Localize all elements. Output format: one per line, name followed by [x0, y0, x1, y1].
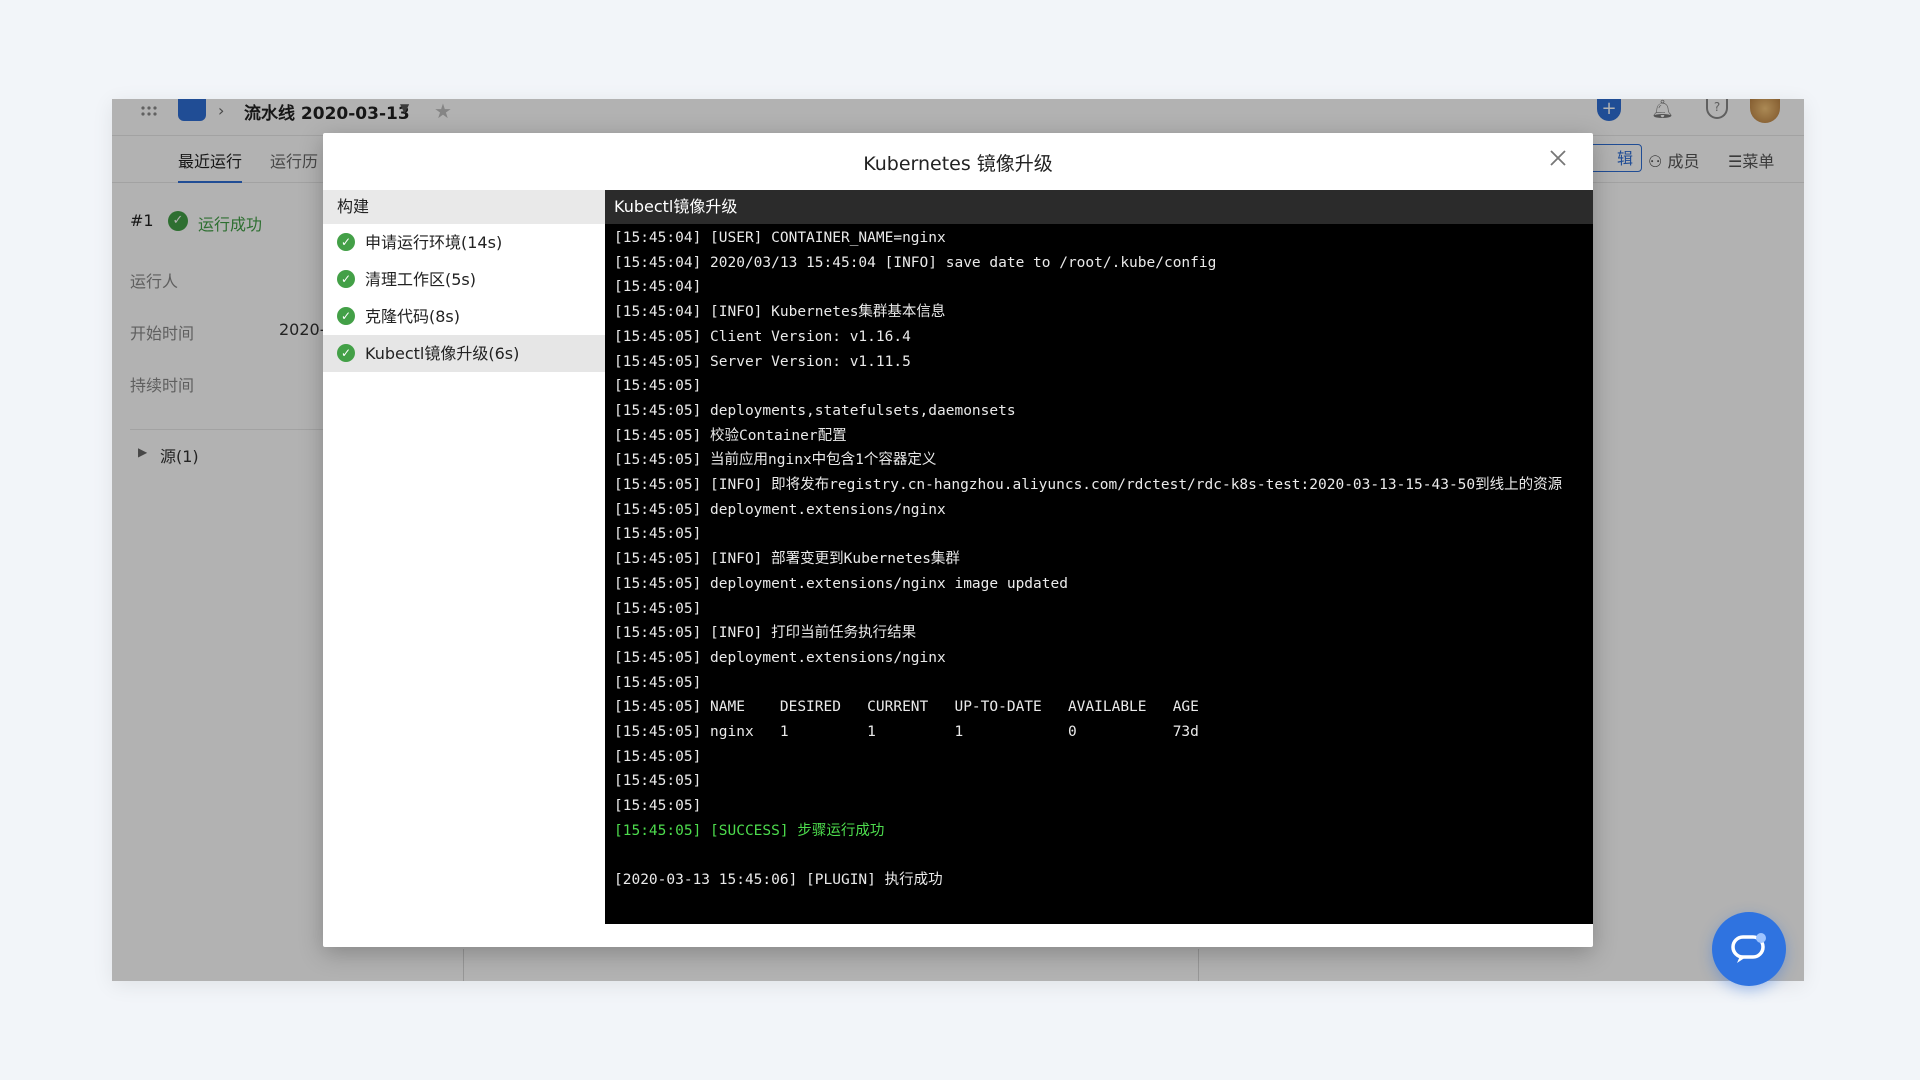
step-log-modal: Kubernetes 镜像升级 构建 ✓ 申请运行环境(14s) ✓ 清理工作区(5s…	[323, 133, 1593, 947]
log-line: [15:45:05] NAME DESIRED CURRENT UP-TO-DA…	[614, 699, 1199, 716]
steps-header: 构建	[323, 190, 605, 224]
log-line: [15:45:05] deployment.extensions/nginx i…	[614, 575, 1068, 592]
check-circle-icon: ✓	[337, 270, 355, 288]
log-line: [15:45:05] [SUCCESS] 步骤运行成功	[614, 822, 885, 839]
check-circle-icon: ✓	[337, 344, 355, 362]
log-line: [15:45:04] [USER] CONTAINER_NAME=nginx	[614, 230, 946, 246]
modal-title: Kubernetes 镜像升级	[863, 153, 1053, 175]
log-line: [15:45:05]	[614, 600, 702, 617]
console-panel: Kubectl镜像升级 [15:45:04] [USER] CONTAINER_…	[605, 190, 1593, 924]
chat-bubble-icon	[1731, 933, 1766, 963]
log-line: [15:45:05] Client Version: v1.16.4	[614, 328, 911, 345]
build-step-item[interactable]: ✓ Kubectl镜像升级(6s)	[323, 335, 605, 372]
steps-list: ✓ 申请运行环境(14s) ✓ 清理工作区(5s) ✓ 克隆代码(8s) ✓ Kubectl镜…	[323, 224, 605, 372]
log-line: [15:45:05]	[614, 798, 702, 815]
log-line: [15:45:05] deployment.extensions/nginx	[614, 501, 946, 518]
check-circle-icon: ✓	[337, 233, 355, 251]
build-steps-panel: 构建 ✓ 申请运行环境(14s) ✓ 清理工作区(5s) ✓ 克隆代码(8s) ✓ Kubec…	[323, 190, 605, 924]
log-line: [15:45:05] [INFO] 即将发布registry.cn-hangzh…	[614, 477, 1563, 494]
log-line: [15:45:05]	[614, 526, 702, 543]
chat-button[interactable]	[1712, 912, 1786, 986]
build-step-item[interactable]: ✓ 清理工作区(5s)	[323, 261, 605, 298]
build-step-item[interactable]: ✓ 克隆代码(8s)	[323, 298, 605, 335]
log-line: [15:45:05] Server Version: v1.11.5	[614, 353, 911, 370]
log-line: [15:45:05]	[614, 674, 702, 691]
close-icon[interactable]	[1549, 149, 1567, 167]
console-title: Kubectl镜像升级	[605, 190, 1593, 224]
build-step-label: 克隆代码(8s)	[365, 307, 461, 326]
build-step-label: Kubectl镜像升级(6s)	[365, 344, 520, 363]
log-line: [15:45:04]	[614, 279, 702, 296]
check-circle-icon: ✓	[337, 307, 355, 325]
log-line: [15:45:05] nginx 1 1 1 0 73d	[614, 724, 1199, 741]
console-log: [15:45:04] [USER] CONTAINER_NAME=nginx [1…	[605, 224, 1593, 893]
log-line: [2020-03-13 15:45:06] [PLUGIN] 执行成功	[614, 872, 943, 889]
log-line: [15:45:05] [INFO] 部署变更到Kubernetes集群	[614, 551, 960, 568]
log-line: [15:45:05] deployment.extensions/nginx	[614, 649, 946, 666]
log-line: [15:45:05] [INFO] 打印当前任务执行结果	[614, 625, 917, 642]
log-line: [15:45:04] 2020/03/13 15:45:04 [INFO] sa…	[614, 254, 1217, 271]
build-step-label: 申请运行环境(14s)	[365, 233, 503, 252]
log-line: [15:45:05] deployments,statefulsets,daem…	[614, 402, 1016, 419]
build-step-label: 清理工作区(5s)	[365, 270, 477, 289]
log-line: [15:45:05]	[614, 773, 702, 790]
log-line: [15:45:04] [INFO] Kubernetes集群基本信息	[614, 304, 946, 321]
log-line: [15:45:05]	[614, 748, 702, 765]
log-line: [15:45:05] 校验Container配置	[614, 427, 847, 444]
log-line: [15:45:05] 当前应用nginx中包含1个容器定义	[614, 452, 937, 469]
build-step-item[interactable]: ✓ 申请运行环境(14s)	[323, 224, 605, 261]
log-line: [15:45:05]	[614, 378, 702, 395]
